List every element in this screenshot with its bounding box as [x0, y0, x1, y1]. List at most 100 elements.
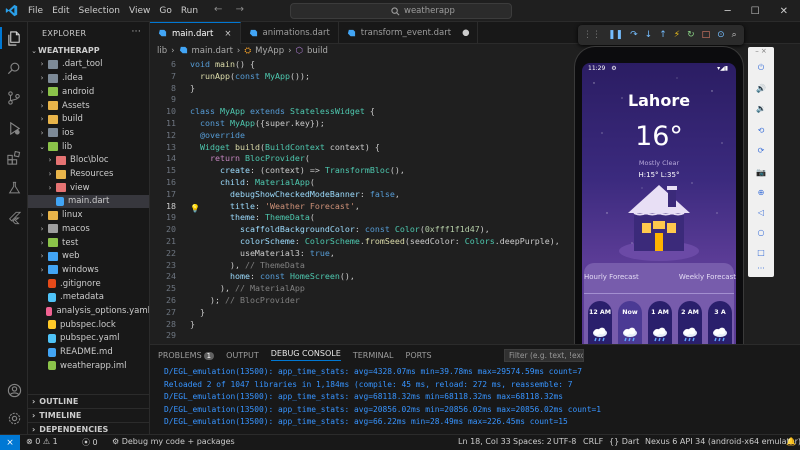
tab-ports[interactable]: PORTS [406, 351, 432, 360]
section-timeline[interactable]: › TIMELINE [28, 408, 149, 422]
folder-item[interactable]: › test [28, 236, 149, 250]
folder-item[interactable]: › Resources [28, 167, 149, 181]
more-icon[interactable]: ··· [754, 261, 768, 275]
power-icon[interactable]: ⏻ [754, 61, 768, 75]
code-editor[interactable]: 6 void main() {7 runApp(const MyApp()); 8}… [150, 57, 580, 344]
eol-status[interactable]: CRLF [583, 437, 603, 446]
notifications-bell-icon[interactable]: 🔔 [786, 437, 796, 446]
maximize-icon[interactable]: ☐ [751, 6, 760, 17]
tab-output[interactable]: OUTPUT [226, 351, 259, 360]
source-control-icon[interactable] [4, 88, 24, 108]
file-item[interactable]: weatherapp.iml [28, 359, 149, 373]
code-line[interactable]: 22 useMaterial3: true, [150, 248, 580, 260]
encoding-status[interactable]: UTF-8 [553, 437, 576, 446]
workspace-root[interactable]: ⌄ WEATHERAPP [28, 44, 149, 58]
folder-item[interactable]: › macos [28, 222, 149, 236]
volume-up-icon[interactable]: 🔊 [754, 81, 768, 95]
pause-icon[interactable]: ❚❚ [608, 30, 623, 40]
file-item[interactable]: pubspec.yaml [28, 332, 149, 346]
code-line[interactable]: 9 [150, 94, 580, 106]
tab-animations-dart[interactable]: animations.dart [241, 22, 339, 44]
code-line[interactable]: 17 debugShowCheckedModeBanner: false, [150, 189, 580, 201]
code-line[interactable]: 23 ), // ThemeData [150, 260, 580, 272]
minimize-icon[interactable]: – [755, 47, 759, 55]
rotate-right-icon[interactable]: ⟳ [754, 143, 768, 157]
folder-item[interactable]: › build [28, 113, 149, 127]
section-outline[interactable]: › OUTLINE [28, 394, 149, 408]
code-line[interactable]: 15 create: (context) => TransformBloc(), [150, 165, 580, 177]
restart-icon[interactable]: ↻ [687, 30, 695, 40]
settings-gear-icon[interactable] [4, 408, 24, 428]
step-over-icon[interactable]: ↷ [630, 30, 638, 40]
code-line[interactable]: 10 class MyApp extends StatelessWidget { [150, 106, 580, 118]
rotate-left-icon[interactable]: ⟲ [754, 123, 768, 137]
weekly-forecast-tab[interactable]: Weekly Forecast [679, 273, 736, 281]
lightbulb-icon[interactable]: 💡 [190, 204, 200, 213]
code-line[interactable]: 6 void main() { [150, 59, 580, 71]
more-actions-icon[interactable]: ··· [132, 27, 141, 37]
problems-status[interactable]: ⊗ 0 ⚠ 1 [26, 437, 58, 446]
indentation-status[interactable]: Spaces: 2 [513, 437, 552, 446]
code-line[interactable]: 20 scaffoldBackgroundColor: const Color(… [150, 224, 580, 236]
file-item[interactable]: analysis_options.yaml [28, 304, 149, 318]
forward-arrow-icon[interactable]: → [236, 4, 244, 15]
breadcrumb-method[interactable]: build [307, 46, 328, 56]
minimize-icon[interactable]: ─ [725, 6, 731, 17]
code-line[interactable]: 19 theme: ThemeData( [150, 212, 580, 224]
code-line[interactable]: 8} [150, 83, 580, 95]
code-line[interactable]: 18 title: 'Weather Forecast', [150, 201, 580, 213]
close-icon[interactable]: ✕ [780, 6, 788, 17]
stop-icon[interactable]: □ [702, 30, 711, 40]
code-line[interactable]: 28} [150, 319, 580, 331]
explorer-icon[interactable] [4, 28, 24, 48]
zoom-icon[interactable]: ⊕ [754, 185, 768, 199]
tab-debug-console[interactable]: DEBUG CONSOLE [270, 349, 341, 361]
overview-icon[interactable]: □ [754, 245, 768, 259]
devtools-icon[interactable]: ⊙ [717, 30, 725, 40]
search-icon[interactable] [4, 58, 24, 78]
folder-item[interactable]: › Assets [28, 99, 149, 113]
device-status[interactable]: Nexus 6 API 34 (android-x64 emulator) [645, 437, 800, 446]
ports-status[interactable]: ⦿ 0 [82, 437, 98, 448]
breadcrumb-class[interactable]: MyApp [255, 46, 284, 56]
folder-item[interactable]: › .idea [28, 71, 149, 85]
file-item[interactable]: README.md [28, 345, 149, 359]
code-line[interactable]: 26 ); // BlocProvider [150, 295, 580, 307]
account-icon[interactable] [4, 380, 24, 400]
folder-item[interactable]: › view [28, 181, 149, 195]
volume-down-icon[interactable]: 🔉 [754, 101, 768, 115]
cursor-position[interactable]: Ln 18, Col 33 [458, 437, 511, 446]
home-icon[interactable]: ○ [754, 225, 768, 239]
code-line[interactable]: 14 return BlocProvider( [150, 153, 580, 165]
hourly-forecast-tab[interactable]: Hourly Forecast [584, 273, 639, 281]
language-status[interactable]: {} Dart [609, 437, 639, 446]
remote-icon[interactable]: ⨯ [0, 435, 20, 450]
console-filter-input[interactable]: Filter (e.g. text, !exclude) [504, 349, 584, 362]
close-icon[interactable]: × [761, 47, 767, 55]
menu-view[interactable]: View [129, 6, 150, 16]
tab-transform-event-dart[interactable]: transform_event.dart ● [339, 22, 479, 44]
file-item[interactable]: main.dart [28, 194, 149, 209]
folder-item[interactable]: › linux [28, 208, 149, 222]
code-line[interactable]: 24 home: const HomeScreen(), [150, 271, 580, 283]
screenshot-icon[interactable]: 📷 [754, 165, 768, 179]
code-line[interactable]: 21 colorScheme: ColorScheme.fromSeed(see… [150, 236, 580, 248]
testing-flask-icon[interactable] [4, 178, 24, 198]
breadcrumb-lib[interactable]: lib [157, 46, 167, 56]
tab-main-dart[interactable]: main.dart × [150, 22, 241, 44]
hot-reload-icon[interactable]: ⚡ [674, 30, 680, 40]
flutter-icon[interactable] [4, 208, 24, 228]
extensions-icon[interactable] [4, 148, 24, 168]
code-line[interactable]: 27 } [150, 307, 580, 319]
drag-handle-icon[interactable]: ⋮⋮ [583, 30, 601, 40]
folder-item[interactable]: › .dart_tool [28, 58, 149, 72]
file-item[interactable]: .gitignore [28, 277, 149, 291]
code-line[interactable]: 11 const MyApp({super.key}); [150, 118, 580, 130]
file-item[interactable]: .metadata [28, 291, 149, 305]
menu-edit[interactable]: Edit [52, 6, 69, 16]
back-arrow-icon[interactable]: ← [214, 4, 222, 15]
debug-config-status[interactable]: ⚙ Debug my code + packages [112, 437, 235, 446]
folder-item[interactable]: › ios [28, 126, 149, 140]
menu-file[interactable]: File [28, 6, 43, 16]
menu-go[interactable]: Go [159, 6, 171, 16]
